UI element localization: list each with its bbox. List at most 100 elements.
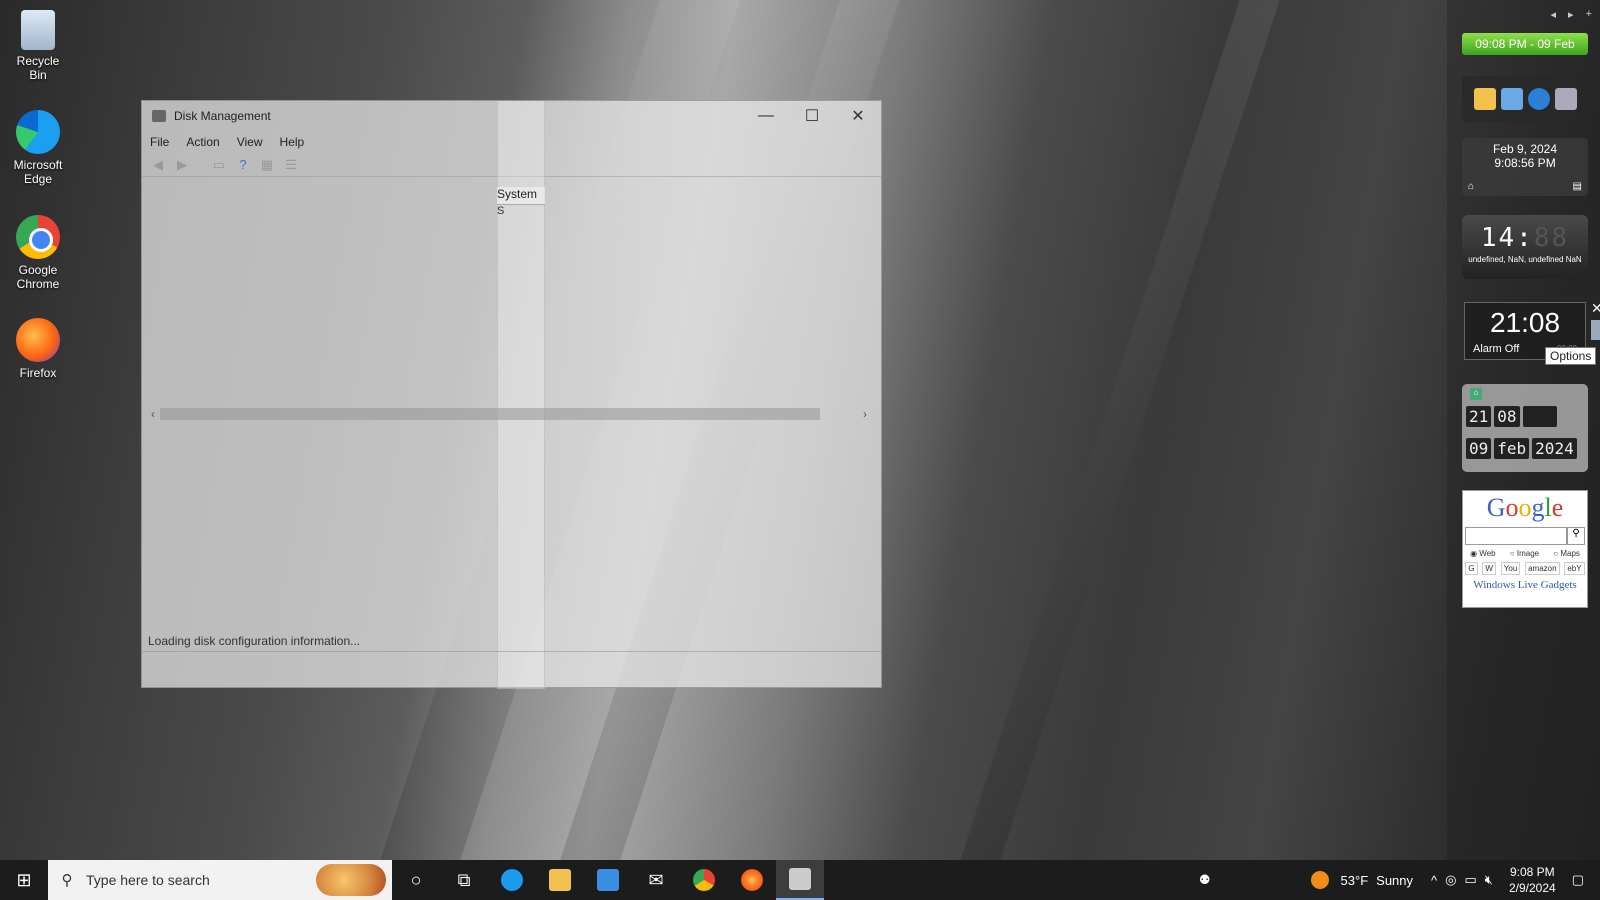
cortana-icon[interactable]: ○ — [392, 860, 440, 900]
date-gadget-time: 9:08:56 PM — [1494, 156, 1556, 170]
site-ebay[interactable]: ebY — [1564, 562, 1585, 575]
weather-temp[interactable]: 53°F — [1341, 873, 1369, 888]
firefox-icon — [16, 318, 60, 362]
mail-icon[interactable]: ✉ — [632, 860, 680, 900]
sidebar-prev-button[interactable]: ◂ — [1551, 8, 1557, 21]
volume-muted-icon[interactable]: 🔇︎ — [1485, 872, 1493, 888]
site-amazon[interactable]: amazon — [1525, 562, 1560, 575]
network-icon[interactable]: ▭ — [1464, 872, 1476, 888]
flip-month: feb — [1494, 438, 1530, 459]
file-explorer-icon[interactable] — [536, 860, 584, 900]
taskbar-chrome-icon[interactable] — [680, 860, 728, 900]
sidebar-next-button[interactable]: ▸ — [1568, 8, 1574, 21]
flip-home-icon[interactable]: ⌂ — [1470, 388, 1482, 400]
desktop-icon-label: Firefox — [19, 366, 57, 380]
google-search-input[interactable] — [1465, 527, 1567, 545]
recycle-bin-icon[interactable] — [1554, 88, 1577, 110]
column-cell: S — [497, 205, 505, 217]
site-youtube[interactable]: You — [1500, 562, 1521, 575]
folder-icon[interactable] — [1473, 88, 1496, 110]
menu-file[interactable]: File — [150, 135, 169, 149]
flip-blank — [1522, 406, 1558, 427]
menu-view[interactable]: View — [237, 135, 263, 149]
windows-live-gadgets-link[interactable]: Windows Live Gadgets — [1463, 579, 1587, 591]
scroll-track[interactable] — [160, 408, 858, 420]
sidebar-add-button[interactable]: + — [1586, 8, 1592, 21]
desktop-icon-firefox[interactable]: Firefox — [8, 318, 68, 380]
meet-now-icon[interactable]: ◎ — [1445, 872, 1456, 888]
search-icon: ⚲ — [61, 872, 73, 889]
calendar-icon[interactable]: ▤ — [1573, 181, 1582, 192]
flip-hour: 21 — [1466, 406, 1492, 427]
status-text: Loading disk configuration information..… — [148, 634, 361, 648]
taskbar-clock[interactable]: 9:08 PM 2/9/2024 — [1509, 864, 1556, 896]
taskbar-disk-management-icon[interactable] — [776, 860, 824, 900]
site-wikipedia[interactable]: W — [1482, 562, 1496, 575]
taskbar: ⊞ ⚲ Type here to search ○ ⧉ ✉ ⚉ 53°F Sun… — [0, 860, 1600, 900]
properties-icon[interactable]: ▦ — [257, 156, 277, 174]
date-gadget: Feb 9, 2024 9:08:56 PM ⌂ ▤ — [1462, 138, 1588, 196]
sidebar-nav: ◂ ▸ + — [1551, 8, 1593, 21]
taskbar-edge-icon[interactable] — [488, 860, 536, 900]
system-tray: ⚉ 53°F Sunny ^ ◎ ▭ 🔇︎ 9:08 PM 2/9/2024 ▢ — [1195, 860, 1600, 900]
gadget-close-icon[interactable]: ✕ — [1591, 300, 1600, 317]
menu-help[interactable]: Help — [280, 135, 305, 149]
notification-icon[interactable]: ▢ — [1572, 872, 1584, 888]
desktop-icon-label: Recycle Bin — [16, 54, 60, 82]
settings-icon[interactable]: ☰ — [281, 156, 301, 174]
window-title: Disk Management — [174, 109, 271, 123]
menu-action[interactable]: Action — [186, 135, 219, 149]
radio-image[interactable]: ○ Image — [1510, 549, 1539, 558]
site-google[interactable]: G — [1465, 562, 1478, 575]
computer-icon[interactable] — [1500, 88, 1523, 110]
people-icon[interactable]: ⚉ — [1199, 872, 1211, 888]
flip-day: 09 — [1466, 438, 1492, 459]
desktop-icon-recycle-bin[interactable]: Recycle Bin — [8, 10, 68, 82]
options-tooltip: Options — [1545, 347, 1597, 365]
desktop-icon-chrome[interactable]: Google Chrome — [8, 215, 68, 291]
console-tree-icon[interactable]: ▭ — [209, 156, 229, 174]
time-banner-gadget[interactable]: 09:08 PM - 09 Feb — [1462, 33, 1588, 55]
lcd-dim-digits: 88 — [1533, 223, 1570, 253]
radio-web[interactable]: ◉ Web — [1470, 549, 1496, 558]
desktop-icon-label: Google Chrome — [16, 263, 60, 291]
gadget-options-icon[interactable] — [1591, 320, 1600, 340]
desktop-icon-edge[interactable]: Microsoft Edge — [8, 110, 68, 186]
back-button[interactable]: ◀ — [148, 156, 168, 174]
chrome-icon — [16, 215, 60, 259]
home-icon[interactable]: ⌂ — [1468, 181, 1474, 192]
close-button[interactable]: ✕ — [835, 101, 881, 131]
search-icon[interactable]: ⚲ — [1567, 527, 1585, 545]
chevron-up-icon[interactable]: ^ — [1431, 873, 1437, 888]
google-search-gadget: Google ⚲ ◉ Web ○ Image ○ Maps G W You am… — [1462, 490, 1588, 608]
disk-management-icon — [152, 110, 166, 122]
flip-minute: 08 — [1494, 406, 1520, 427]
windows-start-icon[interactable]: ⊞ — [0, 860, 48, 900]
disk-management-window[interactable]: Disk Management — ☐ ✕ File Action View H… — [141, 100, 882, 689]
taskbar-search[interactable]: ⚲ Type here to search — [48, 860, 392, 900]
wallpaper-streak — [960, 0, 1280, 860]
scroll-right-arrow[interactable]: › — [858, 407, 872, 421]
help-icon[interactable]: ? — [233, 156, 253, 174]
lcd-clock-gadget: 14:88 undefined, NaN, undefined NaN — [1462, 215, 1588, 279]
horizontal-scrollbar[interactable]: ‹ › — [146, 407, 872, 421]
flip-clock-gadget: ⌂ 21 08 09 feb 2024 — [1462, 384, 1588, 472]
maximize-button[interactable]: ☐ — [789, 101, 835, 131]
status-divider — [142, 651, 881, 652]
task-view-icon[interactable]: ⧉ — [440, 860, 488, 900]
taskbar-firefox-icon[interactable] — [728, 860, 776, 900]
minimize-button[interactable]: — — [743, 101, 789, 131]
forward-button[interactable]: ▶ — [172, 156, 192, 174]
radio-maps[interactable]: ○ Maps — [1553, 549, 1580, 558]
column-header-system[interactable]: System — [497, 187, 545, 205]
internet-explorer-icon[interactable] — [1527, 88, 1550, 110]
store-icon[interactable] — [584, 860, 632, 900]
clock-date: 2/9/2024 — [1508, 881, 1556, 895]
recycle-bin-icon — [21, 10, 55, 50]
scroll-left-arrow[interactable]: ‹ — [146, 407, 160, 421]
google-logo: Google — [1486, 493, 1564, 522]
scroll-thumb[interactable] — [160, 408, 820, 420]
edge-icon — [16, 110, 60, 154]
weather-condition[interactable]: Sunny — [1376, 873, 1413, 888]
sun-icon[interactable] — [1310, 871, 1329, 889]
